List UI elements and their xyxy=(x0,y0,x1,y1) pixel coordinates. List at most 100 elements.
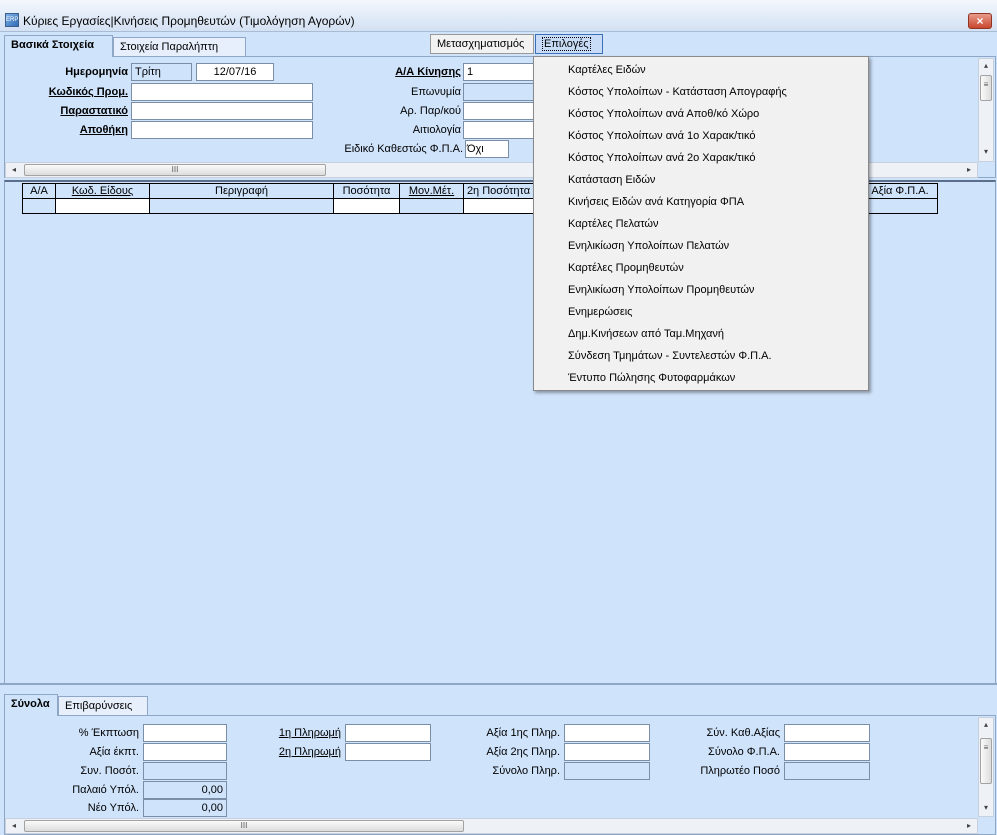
grid-cell[interactable] xyxy=(55,198,150,214)
tab-totals[interactable]: Σύνολα xyxy=(4,694,58,716)
scroll-right-icon[interactable]: ▸ xyxy=(962,163,976,177)
totals-vertical-scrollbar[interactable]: ▴ ≡ ▾ xyxy=(978,717,994,817)
options-button[interactable]: Επιλογές xyxy=(535,34,603,54)
grid-cell[interactable] xyxy=(862,198,938,214)
menu-item-balance-cost-by-attr2[interactable]: Κόστος Υπολοίπων ανά 2ο Χαρακ/τικό xyxy=(534,147,868,169)
payable-field xyxy=(784,762,870,780)
doc-number-label: Αρ. Παρ/κού xyxy=(400,105,461,117)
movement-no-label: Α/Α Κίνησης xyxy=(395,66,461,78)
date-field[interactable]: 12/07/16 xyxy=(196,63,274,81)
options-menu: Καρτέλες Ειδών Κόστος Υπολοίπων - Κατάστ… xyxy=(533,56,869,391)
menu-item-updates[interactable]: Ενημερώσεις xyxy=(534,301,868,323)
date-label: Ημερομηνία xyxy=(65,66,128,78)
grid-cell[interactable] xyxy=(463,198,534,214)
menu-item-item-cards[interactable]: Καρτέλες Ειδών xyxy=(534,59,868,81)
scroll-up-icon[interactable]: ▴ xyxy=(979,718,993,732)
scroll-up-icon[interactable]: ▴ xyxy=(979,59,993,73)
supplier-code-label: Κωδικός Προμ. xyxy=(48,86,128,98)
scroll-left-icon[interactable]: ◂ xyxy=(7,819,21,833)
reason-label: Αιτιολογία xyxy=(412,124,461,136)
scroll-thumb[interactable]: III xyxy=(24,820,464,832)
menu-item-department-vat-link[interactable]: Σύνδεση Τμημάτων - Συντελεστών Φ.Π.Α. xyxy=(534,345,868,367)
payment2-label[interactable]: 2η Πληρωμή xyxy=(250,746,341,758)
menu-item-customer-cards[interactable]: Καρτέλες Πελατών xyxy=(534,213,868,235)
warehouse-field[interactable] xyxy=(131,121,313,139)
header-vertical-scrollbar[interactable]: ▴ ≡ ▾ xyxy=(978,58,994,162)
app-icon: ERP xyxy=(5,13,19,27)
payment1-amount-field[interactable] xyxy=(564,724,650,742)
document-label: Παραστατικό xyxy=(60,105,128,117)
vat-regime-label: Ειδικό Καθεστώς Φ.Π.Α. xyxy=(344,143,463,155)
payable-label: Πληρωτέο Ποσό xyxy=(700,765,780,777)
options-button-label: Επιλογές xyxy=(542,37,591,51)
window-title: Κύριες Εργασίες|Κινήσεις Προμηθευτών (Τι… xyxy=(23,14,355,28)
scroll-down-icon[interactable]: ▾ xyxy=(979,145,993,159)
grid-cell[interactable] xyxy=(399,198,464,214)
payment2-amount-label: Αξία 2ης Πληρ. xyxy=(486,746,560,758)
discount-value-field[interactable] xyxy=(143,743,227,761)
reason-field[interactable] xyxy=(463,121,535,139)
menu-item-supplier-cards[interactable]: Καρτέλες Προμηθευτών xyxy=(534,257,868,279)
grid-header-second-quantity[interactable]: 2η Ποσότητα xyxy=(463,183,534,199)
document-field[interactable] xyxy=(131,102,313,120)
grid-header-item-code[interactable]: Κωδ. Είδους xyxy=(55,183,150,199)
payment1-field[interactable] xyxy=(345,724,431,742)
new-balance-label: Νέο Υπόλ. xyxy=(87,802,139,814)
scroll-thumb[interactable]: ≡ xyxy=(980,738,992,784)
title-bar: ERP Κύριες Εργασίες|Κινήσεις Προμηθευτών… xyxy=(0,0,997,32)
old-balance-field: 0,00 xyxy=(143,781,227,799)
name-field xyxy=(463,83,535,101)
splitter[interactable] xyxy=(0,683,997,685)
grid-header-vat-value[interactable]: Αξία Φ.Π.Α. xyxy=(862,183,938,199)
discount-pct-label: % Έκπτωση xyxy=(78,727,139,739)
tab-basic-info[interactable]: Βασικά Στοιχεία xyxy=(4,35,113,57)
new-balance-field: 0,00 xyxy=(143,799,227,817)
name-label: Επωνυμία xyxy=(410,86,461,98)
grid-header-aa[interactable]: Α/Α xyxy=(22,183,56,199)
menu-item-item-status[interactable]: Κατάσταση Ειδών xyxy=(534,169,868,191)
vat-total-label: Σύνολο Φ.Π.Α. xyxy=(708,746,780,758)
vat-regime-field[interactable]: Όχι xyxy=(465,140,509,158)
close-button[interactable]: × xyxy=(968,13,992,29)
menu-item-customer-aging[interactable]: Ενηλικίωση Υπολοίπων Πελατών xyxy=(534,235,868,257)
payment1-amount-label: Αξία 1ης Πληρ. xyxy=(486,727,560,739)
scroll-thumb[interactable]: ≡ xyxy=(980,75,992,101)
total-qty-field xyxy=(143,762,227,780)
menu-item-movements-from-cash-register[interactable]: Δημ.Κινήσεων από Ταμ.Μηχανή xyxy=(534,323,868,345)
scroll-right-icon[interactable]: ▸ xyxy=(962,819,976,833)
menu-item-balance-cost-by-attr1[interactable]: Κόστος Υπολοίπων ανά 1ο Χαρακ/τικό xyxy=(534,125,868,147)
old-balance-label: Παλαιό Υπόλ. xyxy=(72,784,139,796)
menu-item-supplier-aging[interactable]: Ενηλικίωση Υπολοίπων Προμηθευτών xyxy=(534,279,868,301)
menu-item-item-movements-by-vat[interactable]: Κινήσεις Ειδών ανά Κατηγορία ΦΠΑ xyxy=(534,191,868,213)
tab-recipient-info[interactable]: Στοιχεία Παραλήπτη xyxy=(113,37,246,57)
discount-pct-field[interactable] xyxy=(143,724,227,742)
payment1-label[interactable]: 1η Πληρωμή xyxy=(250,727,341,739)
doc-number-field[interactable] xyxy=(463,102,535,120)
menu-item-balance-cost-inventory[interactable]: Κόστος Υπολοίπων - Κατάσταση Απογραφής xyxy=(534,81,868,103)
totals-horizontal-scrollbar[interactable]: ◂ III ▸ xyxy=(5,818,978,834)
net-total-label: Σύν. Καθ.Αξίας xyxy=(706,727,780,739)
supplier-code-field[interactable] xyxy=(131,83,313,101)
grid-header-description[interactable]: Περιγραφή xyxy=(149,183,334,199)
transform-button[interactable]: Μετασχηματισμός xyxy=(430,34,534,54)
payments-total-field xyxy=(564,762,650,780)
scroll-thumb[interactable]: III xyxy=(24,164,326,176)
grid-header-quantity[interactable]: Ποσότητα xyxy=(333,183,400,199)
grid-cell[interactable] xyxy=(22,198,56,214)
movement-no-field[interactable]: 1 xyxy=(463,63,535,81)
warehouse-label: Αποθήκη xyxy=(79,124,128,136)
menu-item-pesticide-sale-form[interactable]: Έντυπο Πώλησης Φυτοφαρμάκων xyxy=(534,367,868,389)
grid-header-unit[interactable]: Μον.Μέτ. xyxy=(399,183,464,199)
day-field: Τρίτη xyxy=(131,63,192,81)
payment2-field[interactable] xyxy=(345,743,431,761)
payment2-amount-field[interactable] xyxy=(564,743,650,761)
scroll-down-icon[interactable]: ▾ xyxy=(979,801,993,815)
grid-cell[interactable] xyxy=(149,198,334,214)
net-total-field[interactable] xyxy=(784,724,870,742)
vat-total-field[interactable] xyxy=(784,743,870,761)
scroll-left-icon[interactable]: ◂ xyxy=(7,163,21,177)
payments-total-label: Σύνολο Πληρ. xyxy=(492,765,560,777)
grid-cell[interactable] xyxy=(333,198,400,214)
menu-item-balance-cost-by-warehouse[interactable]: Κόστος Υπολοίπων ανά Αποθ/κό Χώρο xyxy=(534,103,868,125)
tab-charges[interactable]: Επιβαρύνσεις xyxy=(58,696,148,716)
